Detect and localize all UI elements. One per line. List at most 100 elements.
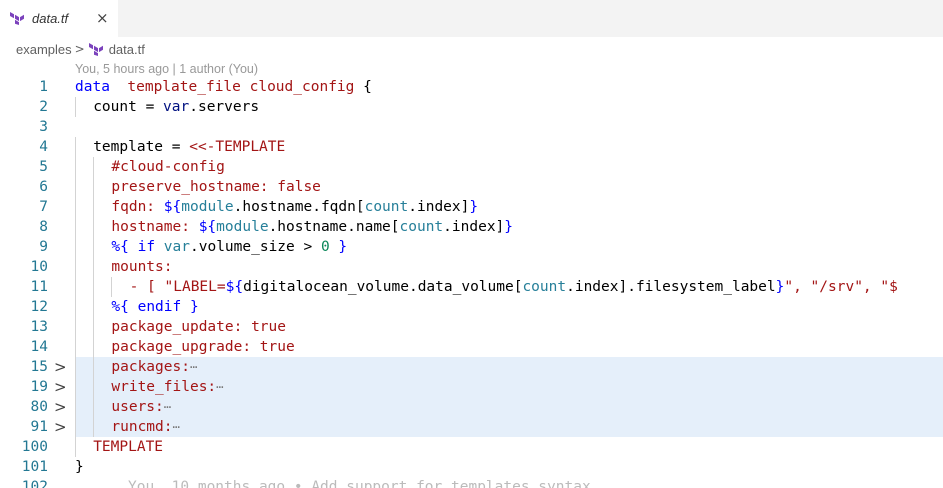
indent-guide — [75, 197, 76, 217]
code-line[interactable]: 12 %{ endif } — [0, 297, 943, 317]
fold-chevron-icon[interactable]: > — [54, 417, 68, 437]
code-token: ${ — [225, 279, 244, 295]
indent-guide — [93, 177, 95, 197]
code-token: module — [181, 199, 234, 215]
indent-guide — [75, 417, 76, 437]
code-token: %{ — [111, 299, 129, 315]
folded-ellipsis[interactable]: ⋯ — [173, 420, 180, 434]
indent-guide — [75, 137, 76, 157]
indent-guide — [75, 177, 76, 197]
code-text: packages:⋯ — [111, 357, 197, 377]
code-line[interactable]: 5 #cloud-config — [0, 157, 943, 177]
code-line[interactable]: 91 > runcmd:⋯ — [0, 417, 943, 437]
code-token: ${ — [163, 199, 182, 215]
line-number: 14 — [30, 339, 48, 355]
code-text: #cloud-config — [111, 157, 225, 177]
indent-guide — [93, 357, 95, 377]
code-text: preserve_hostname: false — [111, 177, 321, 197]
fold-chevron-icon[interactable]: > — [54, 357, 68, 377]
code-line[interactable]: 2 count = var.servers — [0, 97, 943, 117]
code-line[interactable]: 14 package_upgrade: true — [0, 337, 943, 357]
code-text: runcmd:⋯ — [111, 417, 179, 437]
code-token: .index].filesystem_label — [566, 279, 776, 295]
code-line[interactable]: 9 %{ if var.volume_size > 0 } — [0, 237, 943, 257]
code-line[interactable]: 80 > users:⋯ — [0, 397, 943, 417]
line-number: 6 — [39, 179, 48, 195]
indent-guide — [75, 397, 76, 417]
terraform-icon — [10, 12, 24, 25]
code-token: fqdn: — [111, 199, 164, 215]
line-number: 3 — [39, 119, 48, 135]
folded-ellipsis[interactable]: ⋯ — [190, 360, 197, 374]
close-icon[interactable]: × — [96, 9, 109, 27]
code-text: } — [75, 457, 84, 477]
code-line[interactable]: 7 fqdn: ${module.hostname.fqdn[count.inde… — [0, 197, 943, 217]
code-editor[interactable]: 1 data template_file cloud_config {2 count… — [0, 77, 943, 488]
folded-ellipsis[interactable]: ⋯ — [216, 380, 223, 394]
indent-guide — [111, 277, 113, 297]
code-token: .servers — [189, 99, 260, 115]
code-token: count — [522, 279, 567, 295]
indent-guide — [93, 277, 95, 297]
code-line[interactable]: 3 — [0, 117, 943, 137]
code-line[interactable]: 8 hostname: ${module.hostname.name[count.… — [0, 217, 943, 237]
code-line[interactable]: 101} — [0, 457, 943, 477]
breadcrumb-file[interactable]: data.tf — [109, 42, 145, 57]
code-text: write_files:⋯ — [111, 377, 223, 397]
line-number: 80 — [30, 399, 48, 415]
code-token: var — [163, 239, 190, 255]
tab-label: data.tf — [32, 11, 69, 26]
folded-ellipsis[interactable]: ⋯ — [164, 400, 171, 414]
line-number: 19 — [30, 379, 48, 395]
code-token: TEMPLATE — [93, 439, 164, 455]
indent-guide — [75, 437, 76, 457]
codelens-blame[interactable]: You, 5 hours ago | 1 author (You) — [75, 62, 258, 76]
code-text: template = <<-TEMPLATE — [93, 137, 285, 157]
code-text: package_update: true — [111, 317, 286, 337]
code-line[interactable]: 11 - [ "LABEL=${digitalocean_volume.data_… — [0, 277, 943, 297]
code-token: if — [137, 239, 156, 255]
code-token: write_files: — [111, 379, 217, 395]
code-line[interactable]: 15 > packages:⋯ — [0, 357, 943, 377]
code-token: %{ — [111, 239, 129, 255]
code-token: template_file — [127, 79, 241, 95]
code-token: - [ "LABEL= — [129, 279, 226, 295]
code-line[interactable]: 10 mounts: — [0, 257, 943, 277]
indent-guide — [75, 317, 76, 337]
code-token: count — [399, 219, 444, 235]
code-text: users:⋯ — [111, 397, 171, 417]
code-token: #cloud-config — [111, 159, 225, 175]
fold-chevron-icon[interactable]: > — [54, 397, 68, 417]
indent-guide — [75, 157, 76, 177]
code-line[interactable]: 19 > write_files:⋯ — [0, 377, 943, 397]
tab-data-tf[interactable]: data.tf × — [0, 0, 118, 37]
code-token: endif — [137, 299, 182, 315]
line-number: 8 — [39, 219, 48, 235]
line-number: 101 — [21, 459, 48, 475]
code-token: package_upgrade: true — [111, 339, 295, 355]
line-number: 13 — [30, 319, 48, 335]
fold-chevron-icon[interactable]: > — [54, 377, 68, 397]
code-line[interactable]: 13 package_update: true — [0, 317, 943, 337]
code-line[interactable]: 6 preserve_hostname: false — [0, 177, 943, 197]
terraform-icon — [88, 42, 103, 56]
line-number: 4 — [39, 139, 48, 155]
code-token: ${ — [198, 219, 217, 235]
code-text: %{ if var.volume_size > 0 } — [111, 237, 347, 257]
breadcrumb-folder[interactable]: examples — [16, 42, 72, 57]
code-line[interactable]: 100 TEMPLATE — [0, 437, 943, 457]
code-token: package_update: true — [111, 319, 286, 335]
code-token: var — [163, 99, 190, 115]
indent-guide — [75, 377, 76, 397]
tab-bar: data.tf × — [0, 0, 943, 37]
indent-guide — [93, 397, 95, 417]
code-token: } — [338, 239, 348, 255]
code-token: .index] — [443, 219, 505, 235]
code-line[interactable]: 4 template = <<-TEMPLATE — [0, 137, 943, 157]
line-number: 91 — [30, 419, 48, 435]
code-line[interactable]: 1 data template_file cloud_config { — [0, 77, 943, 97]
